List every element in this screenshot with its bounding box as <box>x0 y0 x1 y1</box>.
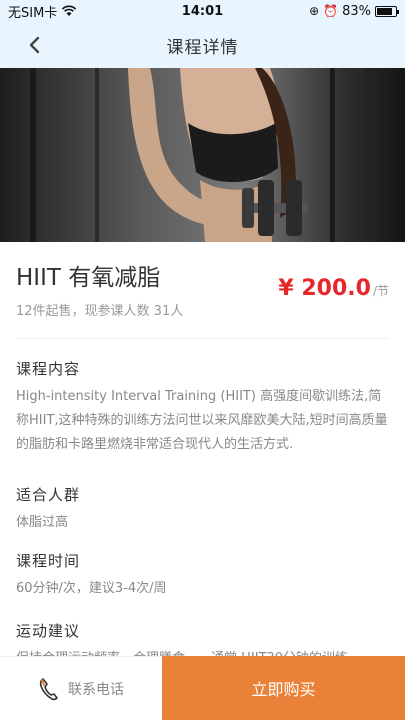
back-button[interactable] <box>22 33 46 57</box>
contact-phone-button[interactable]: 联系电话 <box>0 656 162 720</box>
status-right: ⊕ ⏰ 83% <box>309 3 399 19</box>
workout-photo <box>0 68 405 242</box>
status-left: 无SIM卡 <box>8 2 77 21</box>
battery-icon <box>375 5 399 17</box>
nav-bar: 课程详情 <box>0 22 405 68</box>
section-text: 体脂过高 <box>16 515 69 530</box>
contact-label: 联系电话 <box>68 681 124 698</box>
section-course-time: 课程时间 60分钟/次，建议3-4次/周 <box>16 550 389 601</box>
section-course-content: 课程内容 High-intensity Interval Training (H… <box>16 358 389 457</box>
wifi-icon <box>62 5 77 16</box>
section-title: 课程时间 <box>16 552 81 570</box>
course-price: ¥ 200.0 <box>278 276 371 301</box>
carrier-label: 无SIM卡 <box>8 5 58 21</box>
buy-now-button[interactable]: 立即购买 <box>162 656 405 720</box>
price-unit: /节 <box>372 284 389 298</box>
course-subtitle: 12件起售，现参课人数 31人 <box>16 304 184 319</box>
section-title: 适合人群 <box>16 486 81 504</box>
price-box: ¥ 200.0 /节 <box>278 276 389 301</box>
section-title: 运动建议 <box>16 622 81 640</box>
alarm-icon: ⏰ <box>323 4 339 18</box>
phone-icon <box>39 677 58 700</box>
section-target-audience: 适合人群 体脂过高 <box>16 484 389 535</box>
section-title: 课程内容 <box>16 360 81 378</box>
lock-rotation-icon: ⊕ <box>309 4 320 18</box>
course-hero-image <box>0 68 405 242</box>
section-text: 60分钟/次，建议3-4次/周 <box>16 581 167 596</box>
status-bar: 无SIM卡 14:01 ⊕ ⏰ 83% <box>0 0 405 22</box>
chevron-left-icon <box>29 36 40 54</box>
divider <box>16 338 389 339</box>
page-title: 课程详情 <box>166 37 239 58</box>
battery-percent: 83% <box>342 3 371 19</box>
bottom-bar: 联系电话 立即购买 <box>0 656 405 720</box>
section-text: High-intensity Interval Training (HIIT) … <box>16 389 388 452</box>
